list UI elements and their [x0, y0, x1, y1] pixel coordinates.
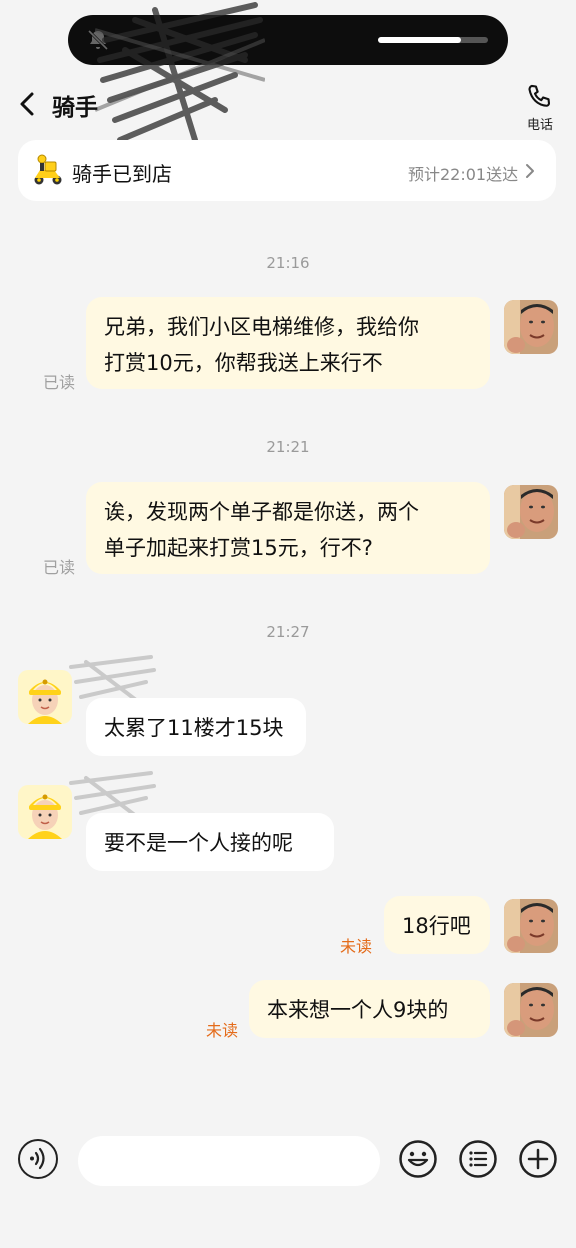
chevron-right-icon — [526, 164, 534, 178]
self-avatar-icon — [504, 899, 558, 953]
privacy-scribble — [69, 655, 156, 702]
message-line: 兄弟，我们小区电梯维修，我给你 — [104, 315, 419, 339]
page-title: 骑手 — [52, 95, 98, 121]
read-status: 已读 — [43, 558, 76, 577]
message-line: 打赏10元，你帮我送上来行不 — [104, 351, 383, 375]
privacy-scribble — [95, 2, 265, 143]
back-icon[interactable] — [14, 89, 44, 119]
timestamp: 21:21 — [266, 438, 310, 456]
voice-button[interactable] — [18, 1139, 58, 1179]
voice-icon — [30, 1147, 45, 1170]
message-bubble-outgoing[interactable]: 本来想一个人9块的 — [249, 980, 490, 1038]
message-bubble-outgoing[interactable]: 诶，发现两个单子都是你送，两个 单子加起来打赏15元，行不? — [86, 482, 490, 574]
eta-text: 预计22:01送达 — [408, 165, 519, 184]
emoji-icon[interactable] — [398, 1139, 438, 1179]
self-avatar-icon — [504, 485, 558, 539]
read-status: 已读 — [43, 373, 76, 392]
rider-avatar-icon — [18, 670, 72, 724]
self-avatar-icon — [504, 983, 558, 1037]
avatar-self[interactable] — [504, 300, 558, 354]
message-bubble-outgoing[interactable]: 18行吧 — [384, 896, 490, 954]
avatar-rider[interactable] — [18, 785, 72, 839]
message-text: 18行吧 — [402, 914, 471, 938]
message-input[interactable] — [78, 1136, 380, 1186]
order-status-card[interactable]: 骑手已到店 预计22:01送达 — [18, 140, 556, 201]
message-text: 本来想一个人9块的 — [267, 998, 449, 1022]
scooter-icon — [34, 154, 62, 185]
unread-status: 未读 — [206, 1021, 239, 1040]
call-label: 电话 — [526, 118, 553, 133]
order-status-text: 骑手已到店 — [72, 162, 172, 186]
unread-status: 未读 — [340, 937, 373, 956]
phone-icon — [528, 84, 551, 107]
timestamp: 21:27 — [266, 623, 310, 641]
quick-reply-icon[interactable] — [458, 1139, 498, 1179]
plus-icon[interactable] — [518, 1139, 558, 1179]
call-button[interactable]: 电话 — [520, 80, 560, 134]
avatar-self[interactable] — [504, 983, 558, 1037]
self-avatar-icon — [504, 300, 558, 354]
message-line: 诶，发现两个单子都是你送，两个 — [104, 500, 419, 524]
rider-avatar-icon — [18, 785, 72, 839]
message-bubble-incoming[interactable]: 太累了11楼才15块 — [86, 698, 306, 756]
avatar-self[interactable] — [504, 899, 558, 953]
progress-bar — [378, 37, 488, 43]
avatar-rider[interactable] — [18, 670, 72, 724]
message-bubble-incoming[interactable]: 要不是一个人接的呢 — [86, 813, 334, 871]
timestamp: 21:16 — [266, 254, 310, 272]
message-text: 太累了11楼才15块 — [104, 716, 284, 740]
message-line: 单子加起来打赏15元，行不? — [104, 536, 373, 560]
message-bubble-outgoing[interactable]: 兄弟，我们小区电梯维修，我给你 打赏10元，你帮我送上来行不 — [86, 297, 490, 389]
message-text: 要不是一个人接的呢 — [104, 831, 293, 855]
progress-fill — [378, 37, 461, 43]
avatar-self[interactable] — [504, 485, 558, 539]
